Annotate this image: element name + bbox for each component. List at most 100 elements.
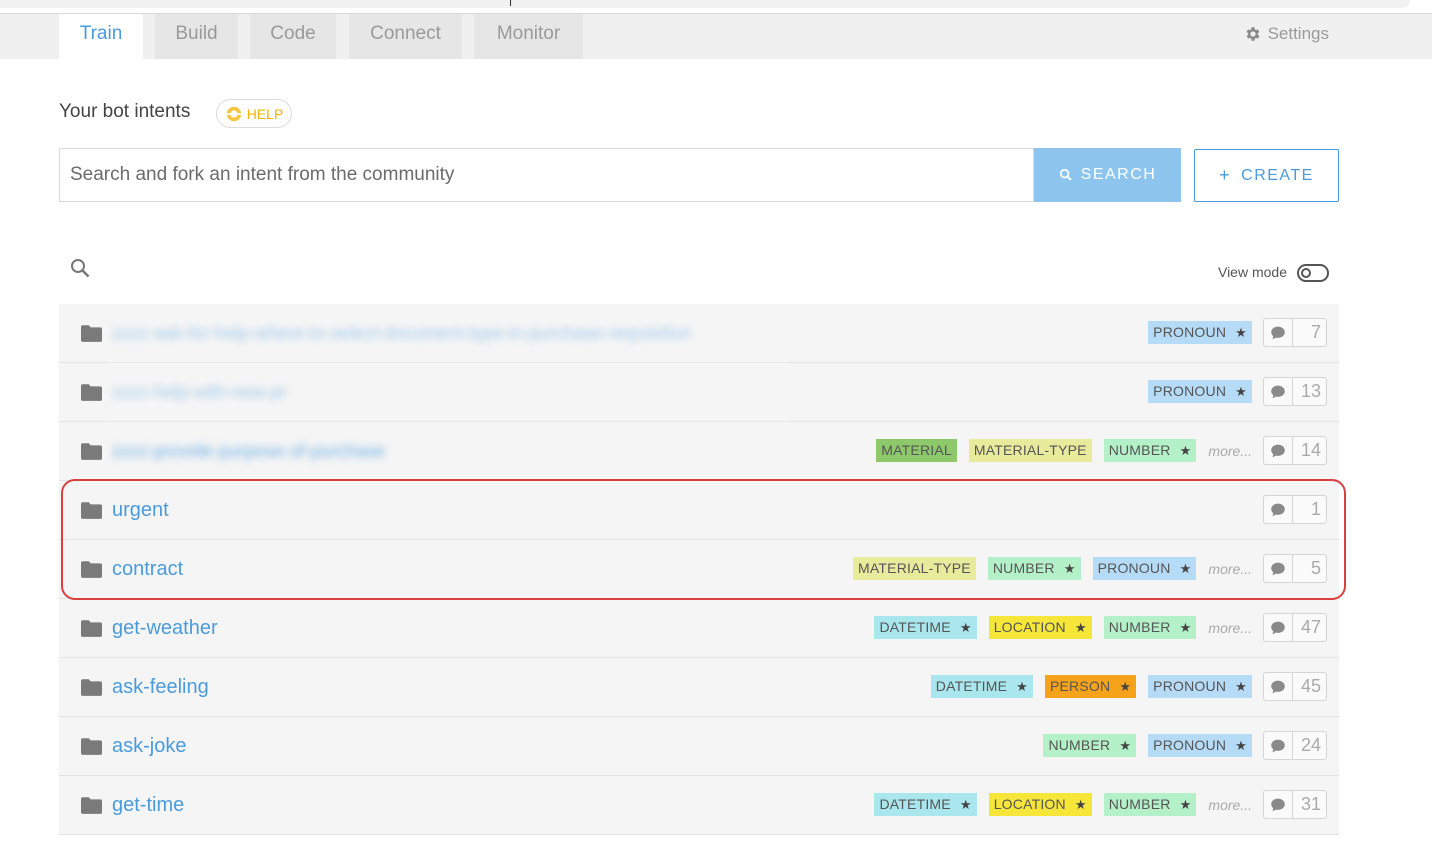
star-icon: ★ [1074,797,1087,812]
entity-tag[interactable]: NUMBER ★ [1103,439,1197,462]
entity-tag[interactable]: NUMBER ★ [1043,734,1137,757]
entity-tag[interactable]: PRONOUN ★ [1148,321,1252,344]
intent-row[interactable]: zzzz-ask-for-help-where-to-select-docume… [59,304,1339,363]
entity-tag-label: MATERIAL-TYPE [973,442,1087,458]
speech-bubble-icon [1264,732,1293,759]
intent-meta: 1 [1263,495,1327,524]
intent-meta: PRONOUN ★ 13 [1136,377,1327,406]
star-icon: ★ [1119,679,1132,694]
entity-tag[interactable]: MATERIAL [876,439,957,462]
entity-tag[interactable]: NUMBER ★ [1103,616,1197,639]
tab-monitor[interactable]: Monitor [474,14,583,59]
tab-code[interactable]: Code [250,14,336,59]
search-button[interactable]: SEARCH [1034,148,1181,202]
view-mode-toggle[interactable] [1297,264,1329,282]
expression-counter: 1 [1263,495,1327,524]
intent-row[interactable]: contract MATERIAL-TYPE NUMBER ★ PRONOUN ★ more… [59,540,1339,599]
star-icon: ★ [1179,561,1192,576]
star-icon: ★ [1179,620,1192,635]
intent-row[interactable]: zzzz-provide-purpose-of-purchase MATERIAL… [59,422,1339,481]
intent-meta: MATERIAL-TYPE NUMBER ★ PRONOUN ★ more... 5 [841,554,1327,583]
more-tags-link[interactable]: more... [1208,561,1252,577]
intent-meta: DATETIME ★ LOCATION ★ NUMBER ★ more... 47 [862,613,1327,642]
entity-tag-label: LOCATION [993,796,1066,812]
intent-name-link[interactable]: zzzz-provide-purpose-of-purchase [112,422,385,481]
intent-name-link[interactable]: zzzz-ask-for-help-where-to-select-docume… [112,304,691,363]
intent-row[interactable]: ask-feeling DATETIME ★ PERSON ★ PRONOUN ★ 45 [59,658,1339,717]
intent-name-link[interactable]: get-weather [112,599,218,658]
intent-row[interactable]: ask-joke NUMBER ★ PRONOUN ★ 24 [59,717,1339,776]
expression-counter: 7 [1263,318,1327,347]
folder-icon [81,384,102,406]
entity-tag[interactable]: PERSON ★ [1044,675,1137,698]
more-tags-link[interactable]: more... [1208,797,1252,813]
more-tags-link[interactable]: more... [1208,620,1252,636]
entity-tag[interactable]: PRONOUN ★ [1148,380,1252,403]
expression-counter: 13 [1263,377,1327,406]
expression-count: 31 [1300,794,1321,814]
star-icon: ★ [1179,443,1192,458]
star-icon: ★ [959,620,972,635]
intent-name-link[interactable]: zzzz-help-with-new-pr [112,363,287,422]
star-icon: ★ [1063,561,1076,576]
intent-name-link[interactable]: get-time [112,776,184,835]
create-button[interactable]: + CREATE [1194,149,1339,202]
entity-tag-label: PRONOUN [1153,324,1227,340]
more-tags-link[interactable]: more... [1208,443,1252,459]
expression-count: 47 [1300,617,1321,637]
entity-tag-label: NUMBER [1048,737,1111,753]
folder-icon [81,679,102,701]
filter-search-icon[interactable] [70,258,90,278]
entity-tag[interactable]: PRONOUN ★ [1148,675,1252,698]
tab-connect[interactable]: Connect [349,14,462,59]
star-icon: ★ [1179,797,1192,812]
entity-tag-label: MATERIAL-TYPE [858,560,971,576]
intent-name-link[interactable]: urgent [112,481,169,540]
tab-build[interactable]: Build [155,14,238,59]
entity-tag[interactable]: DATETIME ★ [930,675,1033,698]
speech-bubble-icon [1264,791,1293,818]
entity-tag[interactable]: MATERIAL-TYPE [853,557,976,580]
entity-tag[interactable]: MATERIAL-TYPE [968,439,1092,462]
expression-counter: 45 [1263,672,1327,701]
entity-tag-label: NUMBER [992,560,1055,576]
plus-icon: + [1219,165,1232,185]
intent-list: zzzz-ask-for-help-where-to-select-docume… [59,304,1339,835]
entity-tag[interactable]: LOCATION ★ [988,793,1092,816]
entity-tag-label: PRONOUN [1153,737,1227,753]
intent-name-link[interactable]: ask-feeling [112,658,209,717]
entity-tag[interactable]: NUMBER ★ [987,557,1081,580]
intent-name-link[interactable]: ask-joke [112,717,186,776]
expression-count: 7 [1310,322,1321,342]
entity-tag[interactable]: NUMBER ★ [1103,793,1197,816]
entity-tag[interactable]: DATETIME ★ [874,793,977,816]
intent-row[interactable]: urgent 1 [59,481,1339,540]
intent-meta: PRONOUN ★ 7 [1136,318,1327,347]
intent-row[interactable]: zzzz-help-with-new-pr PRONOUN ★ 13 [59,363,1339,422]
entity-tag-label: DATETIME [935,678,1008,694]
intent-row[interactable]: get-weather DATETIME ★ LOCATION ★ NUMBER ★ more… [59,599,1339,658]
expression-counter: 31 [1263,790,1327,819]
intent-name-link[interactable]: contract [112,540,183,599]
intent-row[interactable]: get-time DATETIME ★ LOCATION ★ NUMBER ★ more...… [59,776,1339,835]
star-icon: ★ [1235,738,1247,753]
entity-tag[interactable]: PRONOUN ★ [1092,557,1197,580]
entity-tag[interactable]: PRONOUN ★ [1148,734,1252,757]
folder-icon [81,620,102,642]
entity-tag[interactable]: DATETIME ★ [874,616,977,639]
expression-count: 14 [1300,440,1321,460]
help-button[interactable]: HELP [216,99,292,128]
entity-tag-label: LOCATION [993,619,1066,635]
text-cursor-icon: I [509,0,513,9]
community-search-input[interactable] [59,148,1034,202]
speech-bubble-icon [1264,378,1293,405]
star-icon: ★ [1016,679,1028,694]
speech-bubble-icon [1264,555,1293,582]
folder-icon [81,325,102,347]
entity-tag[interactable]: LOCATION ★ [988,616,1092,639]
settings-label: Settings [1267,24,1329,43]
settings-link[interactable]: Settings [1244,14,1329,54]
browser-top-strip: I [0,0,1432,14]
entity-tag-label: NUMBER [1108,796,1171,812]
tab-train[interactable]: Train [59,14,143,59]
